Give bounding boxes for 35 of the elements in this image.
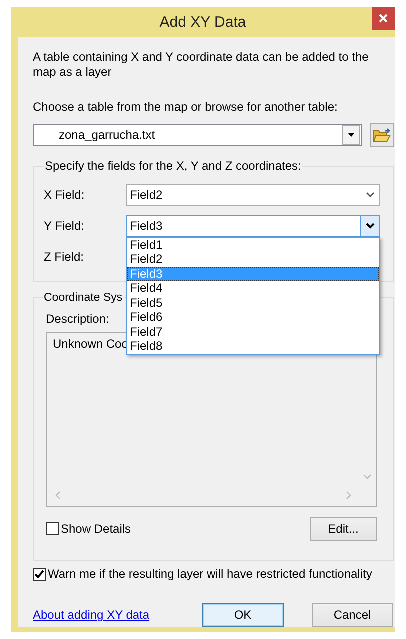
- chevron-down-icon: [366, 192, 374, 198]
- folder-icon: [373, 128, 391, 142]
- intro-text: A table containing X and Y coordinate data can be added to the map as a layer: [33, 50, 370, 80]
- dropdown-option[interactable]: Field5: [127, 296, 379, 310]
- checkbox[interactable]: [33, 568, 46, 580]
- field-dropdown[interactable]: Field3: [126, 214, 380, 236]
- checkbox[interactable]: [46, 522, 59, 536]
- field-dropdown[interactable]: Field2: [126, 184, 380, 206]
- table-dropdown[interactable]: zona_garrucha.txt: [33, 124, 362, 146]
- field-label: Y Field:: [44, 218, 86, 232]
- field-label: Z Field:: [44, 250, 86, 264]
- close-button[interactable]: [372, 7, 395, 30]
- checkmark-icon: [34, 568, 45, 580]
- checkbox-label[interactable]: Show Details: [61, 522, 132, 536]
- checkbox-label[interactable]: Warn me if the resulting layer will have restricted functionality: [48, 567, 372, 581]
- dropdown-option[interactable]: Field8: [127, 339, 379, 354]
- dropdown-option[interactable]: Field1: [127, 238, 379, 252]
- close-icon: [379, 14, 388, 23]
- group-title: Coordinate Sys: [43, 292, 124, 304]
- group-title: Specify the fields for the X, Y and Z coordinates:: [44, 159, 302, 173]
- dropdown-option[interactable]: Field2: [127, 252, 379, 266]
- cancel-button[interactable]: Cancel: [312, 603, 393, 627]
- edit-button[interactable]: Edit...: [310, 516, 377, 541]
- caret-icon: [348, 133, 354, 137]
- description-label: Description:: [46, 312, 110, 326]
- window-title: Add XY Data: [160, 14, 246, 30]
- dropdown-option[interactable]: Field4: [127, 281, 379, 296]
- chevron-down-icon: [366, 222, 374, 228]
- field-label: X Field:: [44, 188, 86, 202]
- table-prompt: Choose a table from the map or browse for another table:: [33, 100, 339, 114]
- ok-button[interactable]: OK: [202, 603, 284, 627]
- dropdown-option[interactable]: Field7: [127, 324, 379, 339]
- dropdown-option[interactable]: Field6: [127, 310, 379, 324]
- help-link[interactable]: About adding XY data: [33, 608, 202, 622]
- browse-button[interactable]: [370, 123, 394, 147]
